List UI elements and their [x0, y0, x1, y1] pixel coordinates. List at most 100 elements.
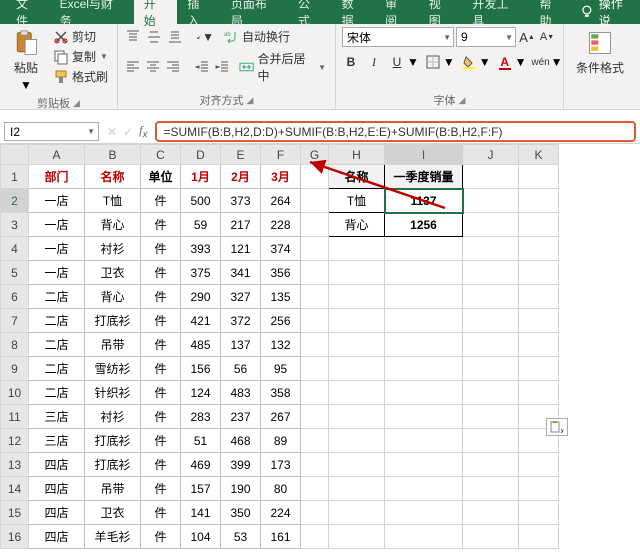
cell-H3[interactable]: 背心 — [329, 213, 385, 237]
cell-D6[interactable]: 290 — [181, 285, 221, 309]
cell-C11[interactable]: 件 — [141, 405, 181, 429]
cell-J13[interactable] — [463, 453, 519, 477]
row-header-10[interactable]: 10 — [1, 381, 29, 405]
cell-H1[interactable]: 名称 — [329, 165, 385, 189]
row-header-13[interactable]: 13 — [1, 453, 29, 477]
cell-G2[interactable] — [301, 189, 329, 213]
cell-G6[interactable] — [301, 285, 329, 309]
align-left-button[interactable] — [124, 58, 141, 76]
cell-A11[interactable]: 三店 — [29, 405, 85, 429]
cell-J11[interactable] — [463, 405, 519, 429]
col-header-C[interactable]: C — [141, 145, 181, 165]
cell-I5[interactable] — [385, 261, 463, 285]
cell-D1[interactable]: 1月 — [181, 165, 221, 189]
cell-A6[interactable]: 二店 — [29, 285, 85, 309]
col-header-A[interactable]: A — [29, 145, 85, 165]
row-header-3[interactable]: 3 — [1, 213, 29, 237]
cell-B2[interactable]: T恤 — [85, 189, 141, 213]
cell-B10[interactable]: 针织衫 — [85, 381, 141, 405]
cell-J5[interactable] — [463, 261, 519, 285]
increase-indent-button[interactable] — [213, 58, 230, 76]
align-middle-button[interactable] — [145, 28, 163, 46]
cell-B9[interactable]: 雪纺衫 — [85, 357, 141, 381]
merge-center-button[interactable]: 合并后居中▼ — [236, 49, 329, 85]
cell-G7[interactable] — [301, 309, 329, 333]
cell-H5[interactable] — [329, 261, 385, 285]
cell-C15[interactable]: 件 — [141, 501, 181, 525]
cell-F5[interactable]: 356 — [261, 261, 301, 285]
align-bottom-button[interactable] — [166, 28, 184, 46]
cell-I4[interactable] — [385, 237, 463, 261]
wrap-text-button[interactable]: ab 自动换行 — [220, 27, 293, 46]
align-right-button[interactable] — [164, 58, 181, 76]
cell-C1[interactable]: 单位 — [141, 165, 181, 189]
paste-options-button[interactable] — [546, 418, 568, 436]
fill-color-button[interactable] — [460, 53, 478, 71]
cell-B12[interactable]: 打底衫 — [85, 429, 141, 453]
cell-I7[interactable] — [385, 309, 463, 333]
row-header-12[interactable]: 12 — [1, 429, 29, 453]
cell-H2[interactable]: T恤 — [329, 189, 385, 213]
underline-button[interactable]: U — [388, 53, 406, 71]
col-header-I[interactable]: I — [385, 145, 463, 165]
cancel-icon[interactable]: ✕ — [107, 125, 117, 139]
cell-H13[interactable] — [329, 453, 385, 477]
cell-A15[interactable]: 四店 — [29, 501, 85, 525]
cut-button[interactable]: 剪切 — [50, 27, 111, 46]
cell-I1[interactable]: 一季度销量 — [385, 165, 463, 189]
cell-B15[interactable]: 卫衣 — [85, 501, 141, 525]
cell-D5[interactable]: 375 — [181, 261, 221, 285]
cell-K1[interactable] — [519, 165, 559, 189]
cell-F13[interactable]: 173 — [261, 453, 301, 477]
cell-C4[interactable]: 件 — [141, 237, 181, 261]
cell-J16[interactable] — [463, 525, 519, 549]
col-header-B[interactable]: B — [85, 145, 141, 165]
cell-I12[interactable] — [385, 429, 463, 453]
font-size-select[interactable]: 9▼ — [456, 27, 516, 47]
cell-G4[interactable] — [301, 237, 329, 261]
cell-D8[interactable]: 485 — [181, 333, 221, 357]
cell-A2[interactable]: 一店 — [29, 189, 85, 213]
cell-K6[interactable] — [519, 285, 559, 309]
cell-E2[interactable]: 373 — [221, 189, 261, 213]
cell-G11[interactable] — [301, 405, 329, 429]
row-header-2[interactable]: 2 — [1, 189, 29, 213]
row-header-16[interactable]: 16 — [1, 525, 29, 549]
cell-H7[interactable] — [329, 309, 385, 333]
cell-J15[interactable] — [463, 501, 519, 525]
cell-H14[interactable] — [329, 477, 385, 501]
cell-A3[interactable]: 一店 — [29, 213, 85, 237]
cell-F7[interactable]: 256 — [261, 309, 301, 333]
cell-E13[interactable]: 399 — [221, 453, 261, 477]
cell-F9[interactable]: 95 — [261, 357, 301, 381]
cell-E6[interactable]: 327 — [221, 285, 261, 309]
cell-H10[interactable] — [329, 381, 385, 405]
formula-bar[interactable]: =SUMIF(B:B,H2,D:D)+SUMIF(B:B,H2,E:E)+SUM… — [155, 121, 636, 142]
cell-H9[interactable] — [329, 357, 385, 381]
cell-K5[interactable] — [519, 261, 559, 285]
cell-E11[interactable]: 237 — [221, 405, 261, 429]
cell-G1[interactable] — [301, 165, 329, 189]
cell-J7[interactable] — [463, 309, 519, 333]
cell-E16[interactable]: 53 — [221, 525, 261, 549]
cell-I3[interactable]: 1256 — [385, 213, 463, 237]
cell-I6[interactable] — [385, 285, 463, 309]
cell-A7[interactable]: 二店 — [29, 309, 85, 333]
cell-D9[interactable]: 156 — [181, 357, 221, 381]
col-header-F[interactable]: F — [261, 145, 301, 165]
cell-H15[interactable] — [329, 501, 385, 525]
cell-E9[interactable]: 56 — [221, 357, 261, 381]
cell-E12[interactable]: 468 — [221, 429, 261, 453]
cell-A16[interactable]: 四店 — [29, 525, 85, 549]
cell-K3[interactable] — [519, 213, 559, 237]
cell-G3[interactable] — [301, 213, 329, 237]
align-top-button[interactable] — [124, 28, 142, 46]
cell-I11[interactable] — [385, 405, 463, 429]
row-header-14[interactable]: 14 — [1, 477, 29, 501]
cell-K4[interactable] — [519, 237, 559, 261]
cell-F11[interactable]: 267 — [261, 405, 301, 429]
cell-J8[interactable] — [463, 333, 519, 357]
cell-J6[interactable] — [463, 285, 519, 309]
col-header-E[interactable]: E — [221, 145, 261, 165]
cell-B6[interactable]: 背心 — [85, 285, 141, 309]
